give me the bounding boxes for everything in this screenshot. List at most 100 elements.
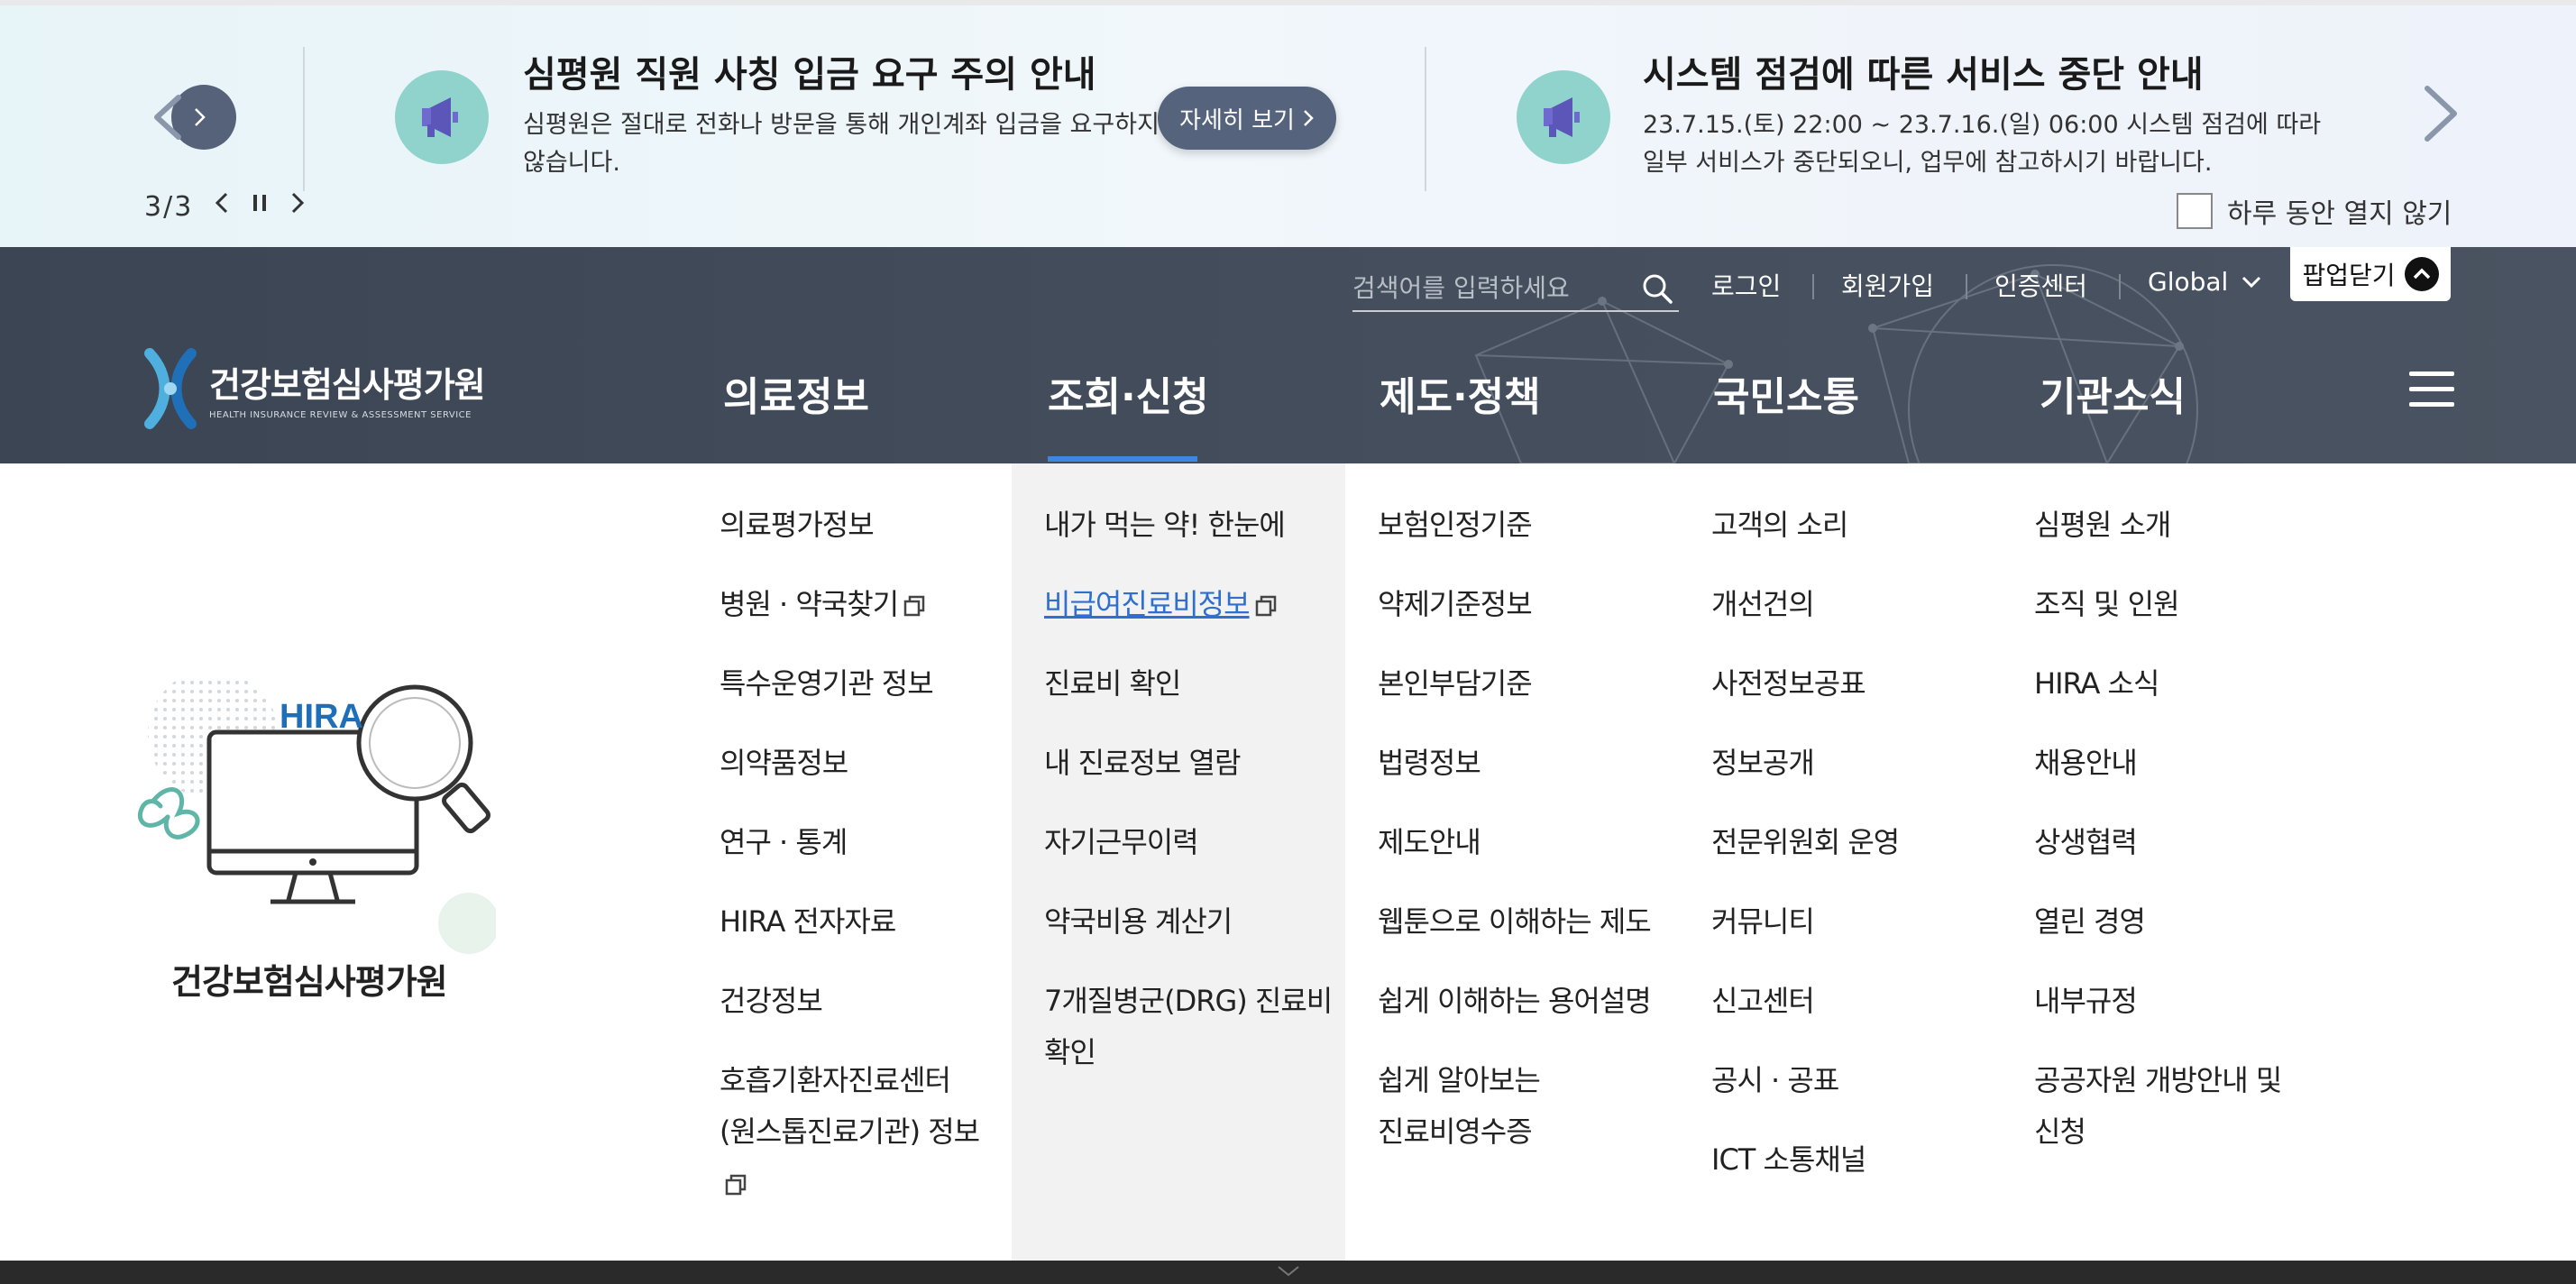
megaphone-icon bbox=[1517, 70, 1610, 164]
submenu-item-label: 비급여진료비정보 bbox=[1044, 587, 1251, 621]
slide-pager: 3/3 bbox=[144, 190, 307, 223]
notice-title[interactable]: 심평원 직원 사칭 입금 요구 주의 안내 bbox=[523, 45, 1096, 97]
hira-logo-icon bbox=[144, 348, 197, 429]
next-slide-icon[interactable] bbox=[2416, 81, 2465, 146]
chevron-down-icon bbox=[2242, 276, 2261, 288]
page-bottom-strip bbox=[0, 1261, 2576, 1284]
submenu-item[interactable]: 약제기준정보 bbox=[1378, 579, 1675, 630]
submenu-item[interactable]: 쉽게 알아보는 진료비영수증 bbox=[1378, 1055, 1675, 1158]
submenu-item[interactable]: 의약품정보 bbox=[720, 738, 1017, 789]
submenu-item[interactable]: 건강정보 bbox=[720, 976, 1017, 1027]
megaphone-icon bbox=[395, 70, 489, 164]
util-divider bbox=[1812, 274, 1814, 299]
search-icon[interactable] bbox=[1639, 271, 1675, 307]
no-show-today[interactable]: 하루 동안 열지 않기 bbox=[2177, 191, 2452, 231]
nav-medical-info[interactable]: 의료정보 bbox=[723, 364, 869, 422]
login-link[interactable]: 로그인 bbox=[1711, 267, 1781, 303]
submenu-item[interactable]: 7개질병군(DRG) 진료비 확인 bbox=[1044, 976, 1342, 1078]
submenu-item[interactable]: 병원 · 약국찾기 bbox=[720, 579, 1017, 630]
logo-subtitle: HEALTH INSURANCE REVIEW & ASSESSMENT SER… bbox=[209, 410, 472, 420]
submenu-medical-info: 의료평가정보 병원 · 약국찾기 특수운영기관 정보 의약품정보 연구 · 통계… bbox=[720, 500, 1017, 1209]
nav-agency-news[interactable]: 기관소식 bbox=[2040, 364, 2186, 422]
submenu-item[interactable]: 법령정보 bbox=[1378, 738, 1675, 789]
org-name: 건강보험심사평가원 bbox=[171, 962, 448, 1002]
submenu-item[interactable]: 열린 경영 bbox=[2034, 896, 2332, 948]
no-show-today-checkbox[interactable] bbox=[2177, 193, 2213, 229]
submenu-item[interactable]: 제도안내 bbox=[1378, 817, 1675, 868]
global-label: Global bbox=[2148, 267, 2229, 297]
submenu-item[interactable]: ICT 소통채널 bbox=[1711, 1134, 2009, 1186]
detail-button-label: 자세히 보기 bbox=[1179, 106, 1295, 134]
signup-link[interactable]: 회원가입 bbox=[1841, 267, 1934, 303]
notice-body: 심평원은 절대로 전화나 방문을 통해 개인계좌 입금을 요구하지 않습니다. bbox=[523, 106, 1172, 182]
hira-illustration-label: HIRA bbox=[280, 698, 363, 736]
submenu-item[interactable]: 의료평가정보 bbox=[720, 500, 1017, 551]
submenu-item[interactable]: 사전정보공표 bbox=[1711, 658, 2009, 710]
new-window-icon bbox=[903, 595, 925, 617]
submenu-item[interactable]: 조직 및 인원 bbox=[2034, 579, 2332, 630]
pager-prev-icon[interactable] bbox=[213, 190, 231, 223]
submenu-item[interactable]: 개선건의 bbox=[1711, 579, 2009, 630]
submenu-item[interactable]: HIRA 소식 bbox=[2034, 658, 2332, 710]
new-window-icon bbox=[1255, 595, 1276, 617]
notice-body-line: 않습니다. bbox=[523, 149, 620, 177]
submenu-item[interactable]: 보험인정기준 bbox=[1378, 500, 1675, 551]
submenu-item[interactable]: 신고센터 bbox=[1711, 976, 2009, 1027]
pause-icon[interactable] bbox=[251, 190, 269, 223]
site-logo[interactable]: 건강보험심사평가원 HEALTH INSURANCE REVIEW & ASSE… bbox=[142, 348, 486, 429]
no-show-today-label: 하루 동안 열지 않기 bbox=[2227, 198, 2452, 230]
detail-button[interactable]: 자세히 보기 bbox=[1158, 87, 1336, 150]
submenu-item[interactable]: HIRA 전자자료 bbox=[720, 896, 1017, 948]
submenu-item[interactable]: 약국비용 계산기 bbox=[1044, 896, 1342, 948]
search-input[interactable] bbox=[1352, 272, 1623, 303]
submenu-agency-news: 심평원 소개 조직 및 인원 HIRA 소식 채용안내 상생협력 열린 경영 내… bbox=[2034, 500, 2332, 1158]
popup-close-button[interactable]: 팝업닫기 bbox=[2290, 247, 2451, 301]
submenu-item[interactable]: 심평원 소개 bbox=[2034, 500, 2332, 551]
global-dropdown[interactable]: Global bbox=[2148, 267, 2262, 297]
chevron-up-icon bbox=[2404, 257, 2439, 291]
cert-center-link[interactable]: 인증센터 bbox=[1994, 267, 2087, 303]
prev-slide-button[interactable] bbox=[144, 85, 236, 150]
submenu-item[interactable]: 공시 · 공표 bbox=[1711, 1055, 2009, 1106]
mega-menu: HIRA 건강보험심사평가원 의료평가정보 병원 · 약국찾기 특수운영기관 정… bbox=[0, 463, 2576, 1261]
slide-counter: 3/3 bbox=[144, 190, 194, 223]
submenu-item[interactable]: 연구 · 통계 bbox=[720, 817, 1017, 868]
submenu-item[interactable]: 쉽게 이해하는 용어설명 bbox=[1378, 976, 1675, 1027]
submenu-item-label: 확인 bbox=[1044, 1035, 1096, 1069]
submenu-item[interactable]: 고객의 소리 bbox=[1711, 500, 2009, 551]
divider bbox=[1425, 47, 1426, 191]
submenu-item[interactable]: 내 진료정보 열람 bbox=[1044, 738, 1342, 789]
util-divider bbox=[1966, 274, 1967, 299]
submenu-communication: 고객의 소리 개선건의 사전정보공표 정보공개 전문위원회 운영 커뮤니티 신고… bbox=[1711, 500, 2009, 1186]
popup-banner: 3/3 심평원 직원 사칭 입금 요구 주의 안내 심평원은 절대로 전화나 방… bbox=[0, 0, 2576, 247]
new-window-icon bbox=[725, 1174, 747, 1196]
submenu-item[interactable]: 호흡기환자진료센터 (원스톱진료기관) 정보 bbox=[720, 1055, 1017, 1209]
submenu-item[interactable]: 커뮤니티 bbox=[1711, 896, 2009, 948]
submenu-item[interactable]: 공공자원 개방안내 및 신청 bbox=[2034, 1055, 2332, 1158]
chevron-down-icon bbox=[1278, 1266, 1299, 1277]
nav-policy[interactable]: 제도·정책 bbox=[1380, 364, 1541, 422]
submenu-item[interactable]: 웹툰으로 이해하는 제도 bbox=[1378, 896, 1675, 948]
divider bbox=[303, 47, 305, 191]
submenu-item[interactable]: 정보공개 bbox=[1711, 738, 2009, 789]
submenu-item[interactable]: 진료비 확인 bbox=[1044, 658, 1342, 710]
submenu-item[interactable]: 특수운영기관 정보 bbox=[720, 658, 1017, 710]
submenu-item[interactable]: 채용안내 bbox=[2034, 738, 2332, 789]
submenu-item-label: 공공자원 개방안내 및 bbox=[2034, 1063, 2282, 1097]
chevron-right-icon bbox=[1304, 110, 1314, 126]
submenu-item[interactable]: 상생협력 bbox=[2034, 817, 2332, 868]
submenu-item-label: (원스톱진료기관) 정보 bbox=[720, 1114, 980, 1149]
submenu-item-active[interactable]: 비급여진료비정보 bbox=[1044, 579, 1342, 630]
submenu-item[interactable]: 내가 먹는 약! 한눈에 bbox=[1044, 500, 1342, 551]
submenu-item[interactable]: 전문위원회 운영 bbox=[1711, 817, 2009, 868]
submenu-item[interactable]: 본인부담기준 bbox=[1378, 658, 1675, 710]
menu-hamburger-icon[interactable] bbox=[2409, 371, 2454, 411]
notice-title[interactable]: 시스템 점검에 따른 서비스 중단 안내 bbox=[1643, 45, 2204, 97]
nav-communication[interactable]: 국민소통 bbox=[1713, 364, 1859, 422]
search-box bbox=[1352, 265, 1679, 312]
submenu-item[interactable]: 내부규정 bbox=[2034, 976, 2332, 1027]
pager-next-icon[interactable] bbox=[289, 190, 307, 223]
submenu-inquiry-apply: 내가 먹는 약! 한눈에 비급여진료비정보 진료비 확인 내 진료정보 열람 자… bbox=[1044, 500, 1342, 1078]
nav-inquiry-apply[interactable]: 조회·신청 bbox=[1048, 364, 1209, 422]
submenu-item[interactable]: 자기근무이력 bbox=[1044, 817, 1342, 868]
